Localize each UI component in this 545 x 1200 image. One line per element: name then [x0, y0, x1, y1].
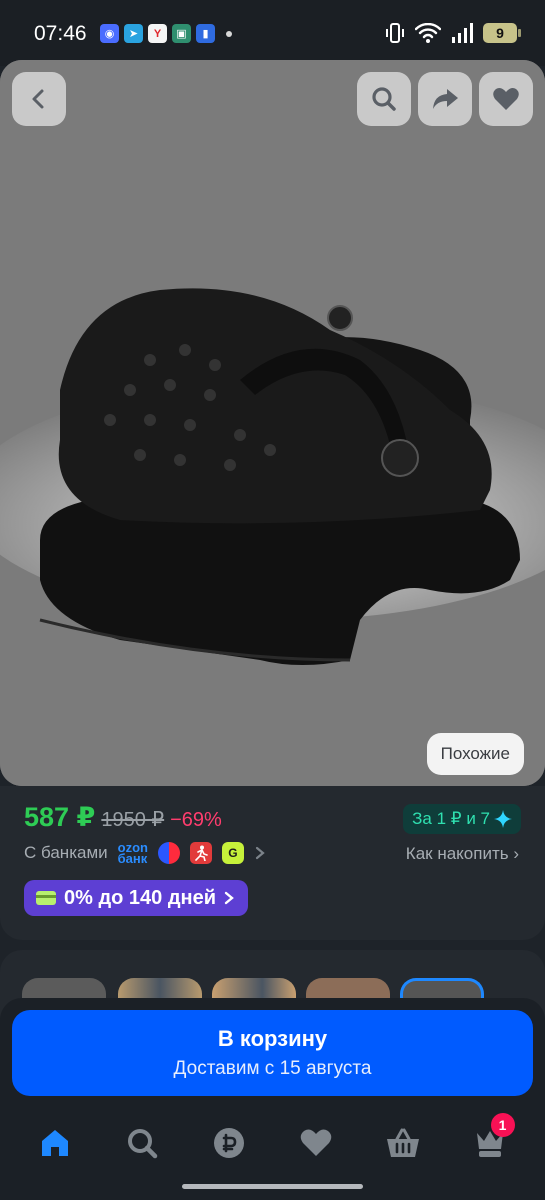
- home-indicator[interactable]: [182, 1184, 363, 1189]
- wifi-icon: [415, 23, 441, 43]
- discount-badge: −69%: [170, 809, 222, 831]
- bank-partner-icon: [157, 842, 180, 864]
- sparkle-icon: [494, 810, 512, 828]
- nav-profile[interactable]: 1: [465, 1113, 515, 1165]
- nav-catalog[interactable]: [117, 1121, 167, 1165]
- add-to-cart-button[interactable]: В корзину Доставим с 15 августа: [12, 1010, 533, 1096]
- favorite-button[interactable]: [479, 72, 533, 126]
- bottom-navigation: 1: [0, 1113, 545, 1168]
- back-button[interactable]: [12, 72, 66, 126]
- heart-icon: [493, 88, 519, 110]
- delivery-date: Доставим с 15 августа: [173, 1058, 372, 1079]
- bottom-sheet: В корзину Доставим с 15 августа 1: [0, 998, 545, 1200]
- banks-label: С банками: [24, 843, 108, 862]
- search-icon: [372, 87, 396, 111]
- bank-app-icon: ▮: [196, 24, 215, 43]
- product-image: [0, 60, 545, 786]
- basket-icon: [386, 1128, 419, 1157]
- points-badge[interactable]: За 1 ₽ и 7: [403, 804, 521, 834]
- search-icon: [128, 1129, 158, 1159]
- home-icon: [42, 1130, 69, 1156]
- more-notifications-dot: [226, 30, 232, 37]
- heart-icon: [300, 1129, 332, 1156]
- share-icon: [433, 89, 458, 109]
- price-row: 587 ₽ 1950 ₽ −69%: [24, 802, 222, 833]
- nav-home[interactable]: [30, 1121, 80, 1165]
- banks-row[interactable]: С банками ozon банк G: [24, 840, 266, 866]
- chevron-right-icon: [255, 846, 265, 860]
- ruble-icon: [214, 1128, 245, 1158]
- similar-products-button[interactable]: Похожие: [426, 733, 524, 775]
- bank-runner-icon: [189, 842, 212, 864]
- messenger-icon: ◉: [100, 24, 119, 43]
- status-bar: 07:46 ◉ ➤ Y ▣ ▮ 9: [0, 0, 545, 66]
- nav-favorites[interactable]: [291, 1121, 341, 1165]
- share-button[interactable]: [418, 72, 472, 126]
- price-panel: 587 ₽ 1950 ₽ −69% За 1 ₽ и 7 С банками o…: [0, 786, 545, 940]
- status-time: 07:46: [34, 22, 87, 45]
- nav-cart[interactable]: [378, 1121, 428, 1165]
- installment-label: 0% до 140 дней: [64, 886, 217, 909]
- cart-button-title: В корзину: [217, 1026, 328, 1051]
- how-to-accumulate-link[interactable]: Как накопить ›: [406, 844, 519, 864]
- current-price: 587 ₽: [24, 802, 96, 832]
- cart-count-badge: 1: [490, 1113, 515, 1137]
- chevron-right-icon: ›: [513, 844, 519, 863]
- card-icon: [36, 891, 56, 905]
- bank-cashback-icon: G: [221, 842, 244, 864]
- product-image-gallery[interactable]: Похожие: [0, 60, 545, 786]
- signal-icon: [452, 23, 473, 43]
- installment-button[interactable]: 0% до 140 дней: [24, 880, 249, 916]
- old-price: 1950 ₽: [101, 809, 165, 831]
- search-button[interactable]: [357, 72, 411, 126]
- ozon-bank-logo: ozon банк: [117, 840, 148, 866]
- chevron-left-icon: [32, 89, 44, 109]
- system-icons: 9: [385, 22, 521, 44]
- notification-icons: ◉ ➤ Y ▣ ▮: [100, 24, 232, 43]
- yandex-icon: Y: [148, 24, 167, 43]
- chevron-right-icon: [224, 891, 234, 905]
- vibrate-icon: [386, 23, 404, 43]
- terminal-icon: ▣: [172, 24, 191, 43]
- nav-finance[interactable]: [204, 1121, 254, 1165]
- battery-indicator: 9: [483, 23, 521, 43]
- points-label: За 1 ₽ и 7: [412, 809, 490, 828]
- telegram-icon: ➤: [124, 24, 143, 43]
